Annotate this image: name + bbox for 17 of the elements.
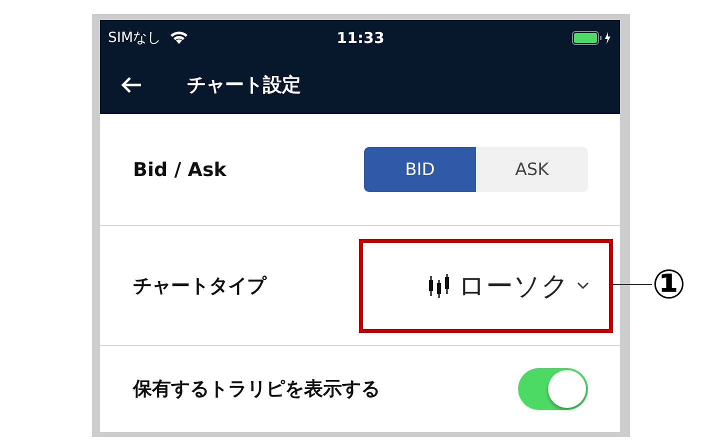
chart-type-dropdown[interactable]: ローソク: [428, 268, 589, 304]
candlestick-icon: [428, 272, 450, 298]
clock-time: 11:33: [336, 28, 386, 46]
battery-icon: [572, 30, 612, 44]
callout-number: ①: [652, 263, 686, 307]
setting-label: チャートタイプ: [133, 274, 266, 298]
screen-title: チャート設定: [187, 72, 301, 98]
leader-line: [612, 284, 652, 285]
chevron-down-icon: [577, 282, 589, 290]
toggle-switch[interactable]: [518, 368, 588, 410]
back-icon[interactable]: [120, 76, 142, 94]
carrier-text: SIMなし: [108, 28, 162, 46]
segment-button[interactable]: BID: [364, 147, 476, 192]
setting-label: Bid / Ask: [133, 158, 226, 180]
setting-label: 保有するトラリピを表示する: [133, 377, 380, 402]
segment-button[interactable]: ASK: [476, 147, 588, 192]
wifi-icon: [169, 30, 190, 45]
